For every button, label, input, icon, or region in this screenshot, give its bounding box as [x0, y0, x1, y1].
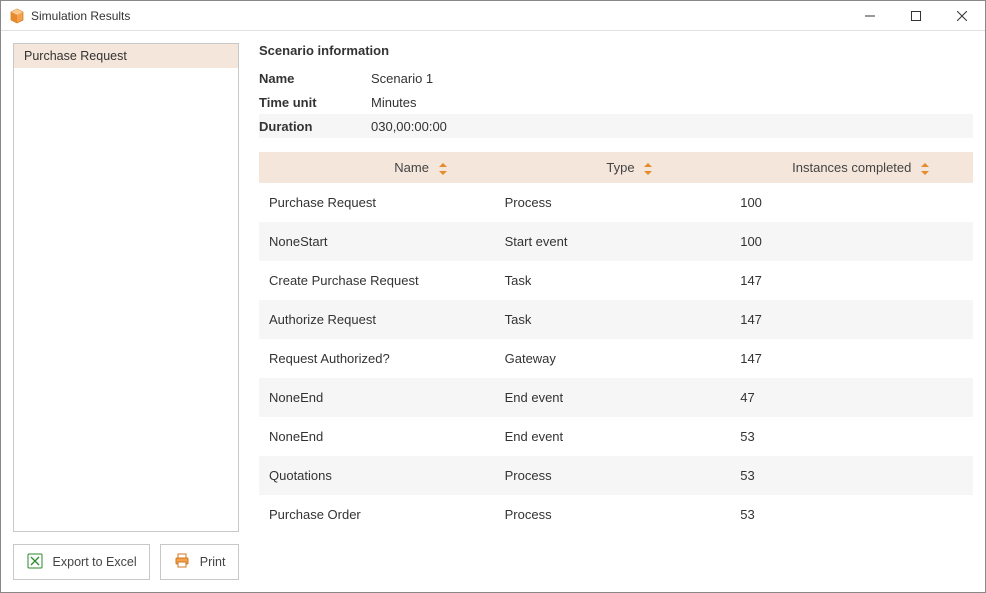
sidebar-item-label: Purchase Request	[24, 49, 127, 63]
cell-type: Process	[495, 456, 731, 495]
results-table: Name Type Instances completed	[259, 152, 973, 534]
print-button-label: Print	[200, 555, 226, 569]
sort-icon	[439, 163, 447, 175]
print-button[interactable]: Print	[160, 544, 239, 580]
scenario-time-unit-label: Time unit	[259, 95, 367, 110]
cell-name: Purchase Order	[259, 495, 495, 534]
cell-type: Gateway	[495, 339, 731, 378]
print-icon	[174, 553, 190, 572]
cell-instances: 53	[730, 495, 973, 534]
cell-instances: 147	[730, 261, 973, 300]
cell-name: Authorize Request	[259, 300, 495, 339]
cell-instances: 53	[730, 417, 973, 456]
minimize-button[interactable]	[847, 1, 893, 30]
results-table-body: Purchase RequestProcess100NoneStartStart…	[259, 183, 973, 534]
cell-name: Create Purchase Request	[259, 261, 495, 300]
cell-instances: 147	[730, 300, 973, 339]
scenario-duration-value: 030,00:00:00	[367, 119, 973, 134]
table-row[interactable]: Purchase RequestProcess100	[259, 183, 973, 222]
cell-instances: 53	[730, 456, 973, 495]
window-controls	[847, 1, 985, 30]
table-row[interactable]: NoneStartStart event100	[259, 222, 973, 261]
excel-icon	[27, 553, 43, 572]
sort-icon	[921, 163, 929, 175]
export-button-label: Export to Excel	[53, 555, 137, 569]
scenario-name-label: Name	[259, 71, 367, 86]
left-panel: Purchase Request Export to Excel	[13, 43, 239, 580]
cell-name: Request Authorized?	[259, 339, 495, 378]
column-header-name[interactable]: Name	[259, 152, 495, 183]
sidebar-item-purchase-request[interactable]: Purchase Request	[14, 44, 238, 68]
column-header-instances-label: Instances completed	[792, 160, 911, 175]
table-row[interactable]: NoneEndEnd event47	[259, 378, 973, 417]
titlebar: Simulation Results	[1, 1, 985, 31]
close-button[interactable]	[939, 1, 985, 30]
cell-type: Process	[495, 183, 731, 222]
cell-type: Start event	[495, 222, 731, 261]
cell-instances: 47	[730, 378, 973, 417]
cell-name: NoneEnd	[259, 378, 495, 417]
app-icon	[9, 8, 25, 24]
column-header-type-label: Type	[606, 160, 634, 175]
cell-instances: 100	[730, 222, 973, 261]
sidebar-tree[interactable]: Purchase Request	[13, 43, 239, 532]
cell-name: Purchase Request	[259, 183, 495, 222]
cell-name: Quotations	[259, 456, 495, 495]
maximize-button[interactable]	[893, 1, 939, 30]
table-row[interactable]: Authorize RequestTask147	[259, 300, 973, 339]
content-area: Purchase Request Export to Excel	[1, 31, 985, 592]
sort-icon	[644, 163, 652, 175]
table-row[interactable]: Request Authorized?Gateway147	[259, 339, 973, 378]
scenario-duration-label: Duration	[259, 119, 367, 134]
scenario-name-value: Scenario 1	[367, 71, 973, 86]
cell-type: End event	[495, 417, 731, 456]
right-panel: Scenario information Name Scenario 1 Tim…	[259, 43, 973, 580]
scenario-time-unit-value: Minutes	[367, 95, 973, 110]
cell-type: End event	[495, 378, 731, 417]
table-row[interactable]: NoneEndEnd event53	[259, 417, 973, 456]
scenario-info: Name Scenario 1 Time unit Minutes Durati…	[259, 66, 973, 138]
cell-instances: 147	[730, 339, 973, 378]
action-buttons: Export to Excel Print	[13, 544, 239, 580]
column-header-instances[interactable]: Instances completed	[730, 152, 973, 183]
export-button[interactable]: Export to Excel	[13, 544, 150, 580]
cell-name: NoneStart	[259, 222, 495, 261]
cell-instances: 100	[730, 183, 973, 222]
cell-type: Process	[495, 495, 731, 534]
cell-type: Task	[495, 261, 731, 300]
table-row[interactable]: Create Purchase RequestTask147	[259, 261, 973, 300]
cell-type: Task	[495, 300, 731, 339]
window-title: Simulation Results	[31, 9, 847, 23]
column-header-type[interactable]: Type	[495, 152, 731, 183]
table-row[interactable]: Purchase OrderProcess53	[259, 495, 973, 534]
scenario-section-title: Scenario information	[259, 43, 973, 58]
cell-name: NoneEnd	[259, 417, 495, 456]
table-row[interactable]: QuotationsProcess53	[259, 456, 973, 495]
column-header-name-label: Name	[394, 160, 429, 175]
